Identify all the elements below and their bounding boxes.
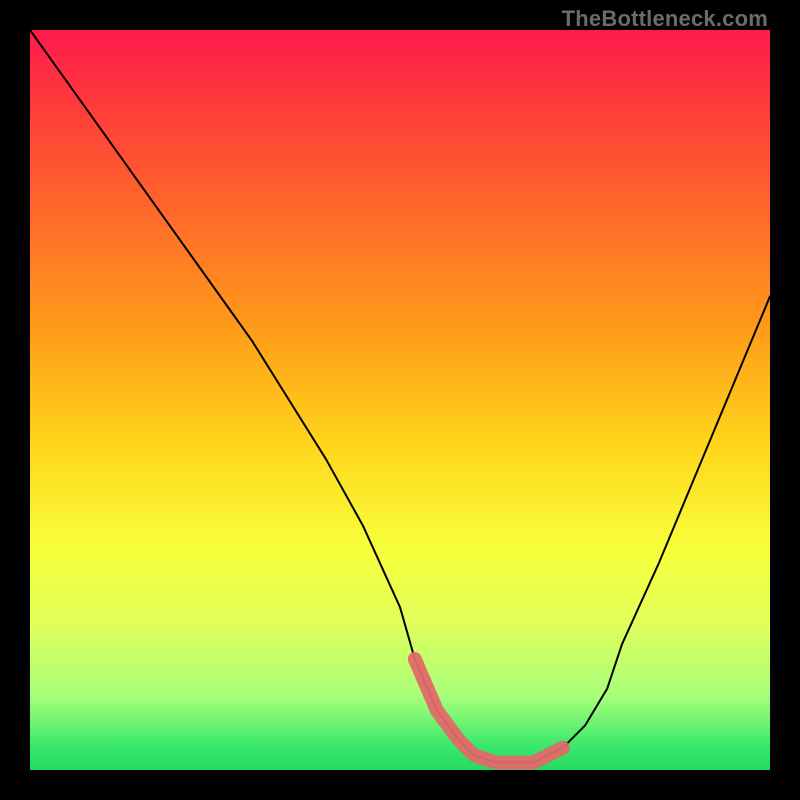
- watermark-text: TheBottleneck.com: [562, 6, 768, 32]
- bottleneck-curve: [30, 30, 770, 763]
- optimal-range-highlight: [415, 659, 563, 763]
- chart-frame: TheBottleneck.com: [0, 0, 800, 800]
- curve-overlay: [30, 30, 770, 770]
- plot-area: [30, 30, 770, 770]
